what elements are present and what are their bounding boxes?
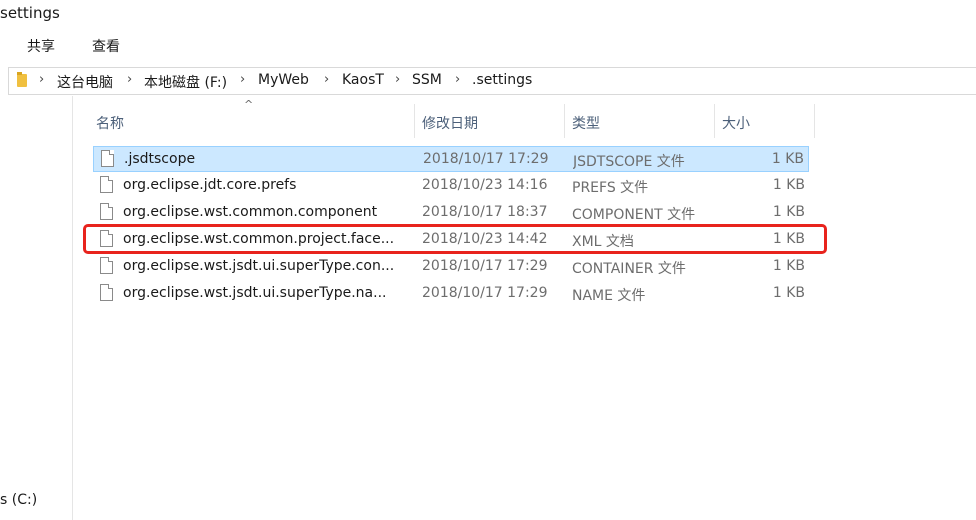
file-row-common-component[interactable]: org.eclipse.wst.common.component 2018/10… — [93, 200, 809, 226]
file-date: 2018/10/17 18:37 — [422, 204, 548, 220]
column-divider[interactable] — [564, 104, 565, 138]
file-icon — [100, 257, 113, 274]
file-size: 1 KB — [772, 177, 805, 193]
file-size: 1 KB — [772, 204, 805, 220]
ribbon-tab-view[interactable]: 查看 — [92, 36, 120, 56]
file-type: PREFS 文件 — [572, 180, 649, 196]
file-icon — [101, 150, 114, 167]
file-type: JSDTSCOPE 文件 — [573, 154, 685, 170]
file-name: .jsdtscope — [124, 151, 196, 167]
folder-icon — [17, 72, 27, 87]
column-divider[interactable] — [414, 104, 415, 138]
breadcrumb-this-pc[interactable]: 这台电脑 — [57, 72, 113, 92]
file-name: org.eclipse.wst.jsdt.ui.superType.con... — [123, 258, 395, 274]
file-size: 1 KB — [772, 258, 805, 274]
chevron-right-icon: › — [395, 72, 401, 87]
chevron-right-icon: › — [324, 72, 330, 87]
file-type: COMPONENT 文件 — [572, 207, 696, 223]
annotation-highlight-box — [83, 224, 827, 254]
file-date: 2018/10/17 17:29 — [422, 285, 548, 301]
file-size: 1 KB — [772, 285, 805, 301]
file-icon — [100, 284, 113, 301]
nav-pane-divider — [72, 96, 73, 520]
column-divider[interactable] — [814, 104, 815, 138]
chevron-right-icon: › — [127, 72, 133, 87]
file-size: 1 KB — [771, 151, 804, 167]
chevron-right-icon: › — [240, 72, 246, 87]
file-row-jsdtscope[interactable]: .jsdtscope 2018/10/17 17:29 JSDTSCOPE 文件… — [93, 146, 809, 172]
breadcrumb-settings[interactable]: .settings — [472, 72, 532, 88]
nav-pane-drive-c[interactable]: s (C:) — [0, 492, 37, 508]
ribbon-tab-share[interactable]: 共享 — [27, 36, 55, 56]
column-header-date[interactable]: 修改日期 — [422, 113, 478, 133]
column-header-name[interactable]: 名称 — [96, 113, 124, 133]
chevron-right-icon: › — [39, 72, 45, 87]
file-icon — [100, 203, 113, 220]
breadcrumb-local-disk[interactable]: 本地磁盘 (F:) — [144, 72, 227, 92]
file-type: NAME 文件 — [572, 288, 646, 304]
file-row-supertype-name[interactable]: org.eclipse.wst.jsdt.ui.superType.na... … — [93, 281, 809, 307]
file-name: org.eclipse.wst.common.component — [123, 204, 378, 220]
column-header-type[interactable]: 类型 — [572, 113, 600, 133]
column-header-size[interactable]: 大小 — [722, 113, 750, 133]
file-type: CONTAINER 文件 — [572, 261, 686, 277]
column-divider[interactable] — [714, 104, 715, 138]
chevron-right-icon: › — [455, 72, 461, 87]
breadcrumb-ssm[interactable]: SSM — [412, 72, 442, 88]
address-bar[interactable]: › 这台电脑 › 本地磁盘 (F:) › MyWeb › KaosT › SSM… — [8, 67, 976, 95]
file-name: org.eclipse.jdt.core.prefs — [123, 177, 297, 193]
breadcrumb-myweb[interactable]: MyWeb — [258, 72, 309, 88]
file-date: 2018/10/17 17:29 — [422, 258, 548, 274]
breadcrumb-kaost[interactable]: KaosT — [342, 72, 384, 88]
window-title: settings — [0, 4, 60, 22]
file-name: org.eclipse.wst.jsdt.ui.superType.na... — [123, 285, 387, 301]
file-date: 2018/10/17 17:29 — [423, 151, 549, 167]
file-row-jdt-core-prefs[interactable]: org.eclipse.jdt.core.prefs 2018/10/23 14… — [93, 173, 809, 199]
sort-ascending-icon: ^ — [244, 98, 254, 111]
file-icon — [100, 176, 113, 193]
file-date: 2018/10/23 14:16 — [422, 177, 548, 193]
file-row-supertype-container[interactable]: org.eclipse.wst.jsdt.ui.superType.con...… — [93, 254, 809, 280]
